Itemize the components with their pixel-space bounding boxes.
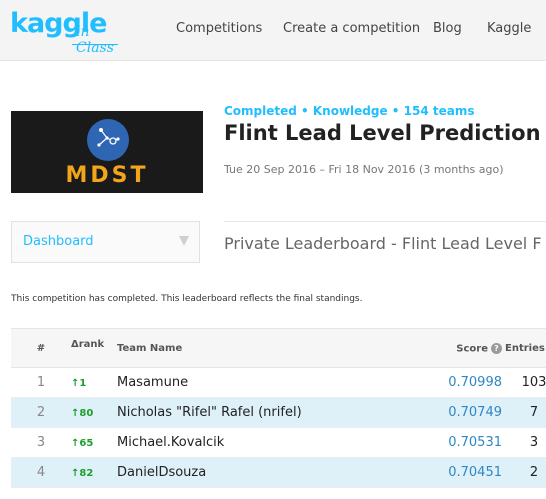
competition-meta: Completed • Knowledge • 154 teams [224,104,475,118]
dashboard-select-value: Dashboard [23,234,94,249]
nav-create-competition[interactable]: Create a competition [283,21,420,36]
row-entries: 2 [529,465,539,480]
row-delta-rank: ↑82 [71,468,94,479]
leaderboard-header: # Δrank Team Name Score? Entries [11,328,546,368]
row-rank: 2 [36,405,46,420]
constellation-icon [87,119,129,161]
table-row[interactable]: 3 ↑65 Michael.Kovalcik 0.70531 3 [11,428,546,458]
row-rank: 4 [36,465,46,480]
nav-blog[interactable]: Blog [433,21,462,36]
dashboard-select[interactable]: Dashboard [11,221,200,263]
row-rank: 3 [36,435,46,450]
row-score: 0.70531 [448,435,502,450]
col-entries[interactable]: Entries [505,343,546,354]
col-rank[interactable]: # [31,343,51,354]
top-nav: kaggle in Class Competitions Create a co… [0,0,546,61]
row-entries: 7 [529,405,539,420]
help-icon[interactable]: ? [491,343,502,354]
row-score: 0.70451 [448,465,502,480]
row-team-name[interactable]: Michael.Kovalcik [117,435,224,450]
nav-competitions[interactable]: Competitions [176,21,262,36]
banner-wordmark: MDST [65,163,149,188]
col-team-name[interactable]: Team Name [117,343,182,354]
row-rank: 1 [36,375,46,390]
competition-title: Flint Lead Level Prediction [224,121,541,145]
table-row[interactable]: 1 ↑1 Masamune 0.70998 103 [11,368,546,398]
logo-underline [72,44,118,45]
kaggle-in-class-logo[interactable]: kaggle in Class [10,8,130,56]
col-delta-rank[interactable]: Δrank [71,339,104,350]
col-score-label: Score [456,343,488,355]
row-score: 0.70998 [448,375,502,390]
row-team-name[interactable]: Nicholas "Rifel" Rafel (nrifel) [117,405,302,420]
row-entries: 103 [521,375,546,390]
competition-dates: Tue 20 Sep 2016 – Fri 18 Nov 2016 (3 mon… [224,163,504,176]
leaderboard-divider [224,221,546,222]
competition-banner: MDST [11,111,203,193]
row-score: 0.70749 [448,405,502,420]
leaderboard-table: # Δrank Team Name Score? Entries 1 ↑1 Ma… [11,328,546,488]
nav-kaggle[interactable]: Kaggle [487,21,531,36]
row-delta-rank: ↑80 [71,408,94,419]
table-row[interactable]: 4 ↑82 DanielDsouza 0.70451 2 [11,458,546,488]
table-row[interactable]: 2 ↑80 Nicholas "Rifel" Rafel (nrifel) 0.… [11,398,546,428]
row-team-name[interactable]: Masamune [117,375,188,390]
row-delta-rank: ↑1 [71,378,87,389]
row-team-name[interactable]: DanielDsouza [117,465,206,480]
logo-subtitle: in Class [76,24,114,56]
row-entries: 3 [529,435,539,450]
col-score[interactable]: Score? [429,343,502,355]
leaderboard-title: Private Leaderboard - Flint Lead Level F [224,234,542,253]
completion-notice: This competition has completed. This lea… [11,294,363,304]
row-delta-rank: ↑65 [71,438,94,449]
chevron-down-icon [179,236,189,246]
